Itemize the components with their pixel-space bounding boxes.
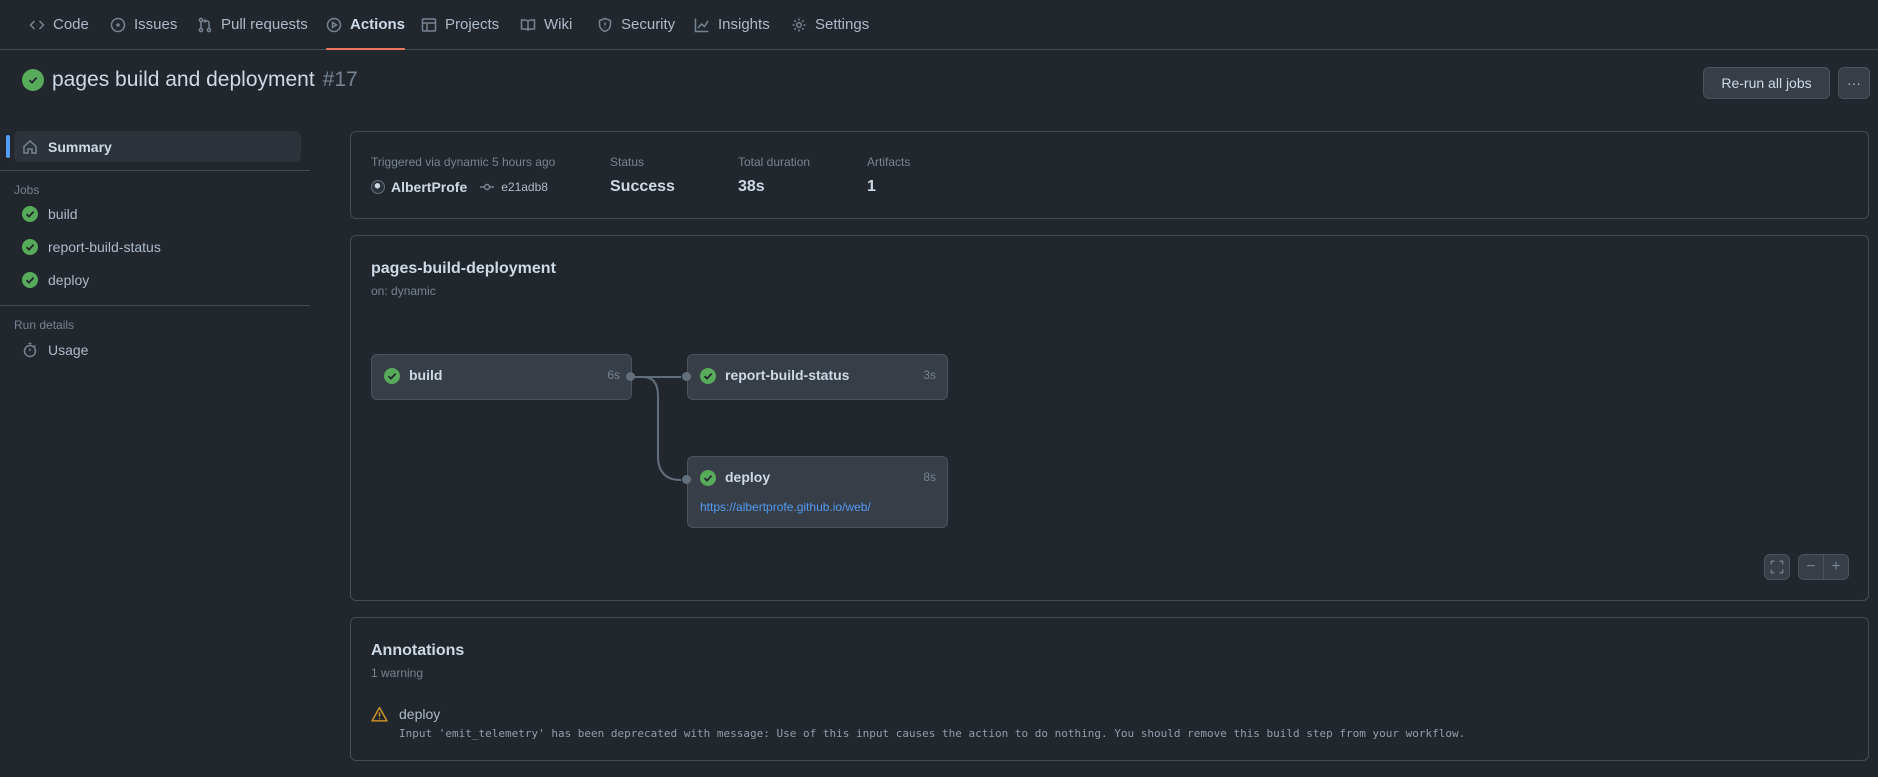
code-icon xyxy=(29,19,45,30)
tab-settings[interactable]: Settings xyxy=(791,0,869,49)
sidebar-item-build[interactable]: build xyxy=(22,206,78,222)
output-port xyxy=(626,372,635,381)
run-name: pages build and deployment xyxy=(52,68,315,91)
sidebar-item-summary[interactable]: Summary xyxy=(14,131,301,162)
success-icon xyxy=(384,368,400,384)
run-summary-panel: Triggered via dynamic 5 hours ago Albert… xyxy=(350,131,1869,219)
job-name: deploy xyxy=(725,469,771,485)
job-card-report-build-status[interactable]: report-build-status 3s xyxy=(687,354,948,400)
tab-issues[interactable]: Issues xyxy=(110,0,177,49)
job-duration: 3s xyxy=(923,368,936,382)
sidebar-item-label: report-build-status xyxy=(48,239,161,255)
success-icon xyxy=(22,272,38,288)
fullscreen-button[interactable] xyxy=(1764,554,1790,580)
tab-label: Actions xyxy=(350,16,406,33)
sidebar-divider xyxy=(0,305,310,306)
stopwatch-icon xyxy=(23,342,37,358)
tab-insights[interactable]: Insights xyxy=(694,0,770,49)
active-indicator xyxy=(6,135,10,158)
shield-icon xyxy=(598,17,612,32)
success-icon xyxy=(700,470,716,486)
jobs-heading: Jobs xyxy=(14,183,40,197)
duration-label: Total duration xyxy=(738,155,811,169)
warning-icon xyxy=(371,706,388,722)
tab-pull-requests[interactable]: Pull requests xyxy=(197,0,308,49)
input-port xyxy=(682,372,691,381)
graph-icon xyxy=(694,18,709,32)
job-name: build xyxy=(409,367,443,383)
status-value: Success xyxy=(610,178,675,195)
tab-actions[interactable]: Actions xyxy=(326,0,406,50)
tab-label: Insights xyxy=(718,16,770,33)
more-options-button[interactable]: ··· xyxy=(1838,67,1870,99)
zoom-in-button[interactable]: + xyxy=(1823,554,1849,580)
actor-link[interactable]: AlbertProfe xyxy=(391,179,467,195)
annotation-message: Input 'emit_telemetry' has been deprecat… xyxy=(399,727,1466,740)
workflow-graph-panel: pages-build-deployment on: dynamic build… xyxy=(350,235,1869,601)
tab-code[interactable]: Code xyxy=(29,0,89,49)
duration-value: 38s xyxy=(738,178,765,195)
run-number: #17 xyxy=(322,68,358,91)
issue-icon xyxy=(110,17,126,32)
gear-icon xyxy=(792,18,806,31)
sidebar-item-label: build xyxy=(48,206,78,222)
tab-label: Wiki xyxy=(544,16,573,33)
zoom-out-button[interactable]: − xyxy=(1798,554,1824,580)
status-label: Status xyxy=(610,155,645,169)
job-duration: 6s xyxy=(607,368,620,382)
book-icon xyxy=(520,18,536,31)
tab-label: Pull requests xyxy=(221,16,308,33)
job-card-deploy[interactable]: deploy 8s https://albertprofe.github.io/… xyxy=(687,456,948,528)
sidebar-item-label: deploy xyxy=(48,272,90,288)
avatar xyxy=(371,180,385,194)
success-icon xyxy=(22,239,38,255)
success-icon xyxy=(700,368,716,384)
annotations-panel: Annotations 1 warning deploy Input 'emit… xyxy=(350,617,1869,761)
sidebar-item-deploy[interactable]: deploy xyxy=(22,272,89,288)
repo-nav: Code Issues Pull requests Actions Projec… xyxy=(0,0,1878,50)
sidebar-item-usage[interactable]: Usage xyxy=(22,342,88,358)
annotation-job-link[interactable]: deploy xyxy=(399,706,440,722)
play-icon xyxy=(326,17,342,32)
tab-projects[interactable]: Projects xyxy=(421,0,499,49)
commit-link[interactable]: e21adb8 xyxy=(501,180,548,194)
tab-label: Settings xyxy=(815,16,870,33)
artifacts-value: 1 xyxy=(867,178,876,195)
trigger-info: AlbertProfe e21adb8 xyxy=(371,179,548,195)
success-icon xyxy=(22,69,44,91)
artifacts-label: Artifacts xyxy=(867,155,911,169)
sidebar-item-label: Summary xyxy=(48,138,112,155)
commit-icon xyxy=(480,183,495,191)
fullscreen-icon xyxy=(1770,560,1784,574)
trigger-label: Triggered via dynamic 5 hours ago xyxy=(371,155,556,169)
annotations-count: 1 warning xyxy=(371,666,424,680)
tab-security[interactable]: Security xyxy=(597,0,675,49)
tab-label: Projects xyxy=(445,16,500,33)
success-icon xyxy=(22,206,38,222)
tab-label: Security xyxy=(621,16,676,33)
tab-label: Issues xyxy=(134,16,178,33)
tab-wiki[interactable]: Wiki xyxy=(520,0,572,49)
tab-label: Code xyxy=(53,16,89,33)
sidebar-item-label: Usage xyxy=(48,342,89,358)
run-details-heading: Run details xyxy=(14,318,75,332)
sidebar-item-report-build-status[interactable]: report-build-status xyxy=(22,239,161,255)
deployment-url-link[interactable]: https://albertprofe.github.io/web/ xyxy=(700,500,871,514)
rerun-all-jobs-button[interactable]: Re-run all jobs xyxy=(1703,67,1830,99)
home-icon xyxy=(23,139,37,154)
input-port xyxy=(682,475,691,484)
job-card-build[interactable]: build 6s xyxy=(371,354,632,400)
job-name: report-build-status xyxy=(725,367,850,383)
pull-request-icon xyxy=(198,17,212,32)
run-title: pages build and deployment #17 xyxy=(22,68,358,92)
job-duration: 8s xyxy=(923,470,936,484)
sidebar-divider xyxy=(0,170,310,171)
table-icon xyxy=(421,17,437,32)
annotations-title: Annotations xyxy=(371,642,465,659)
job-connectors xyxy=(631,376,682,481)
